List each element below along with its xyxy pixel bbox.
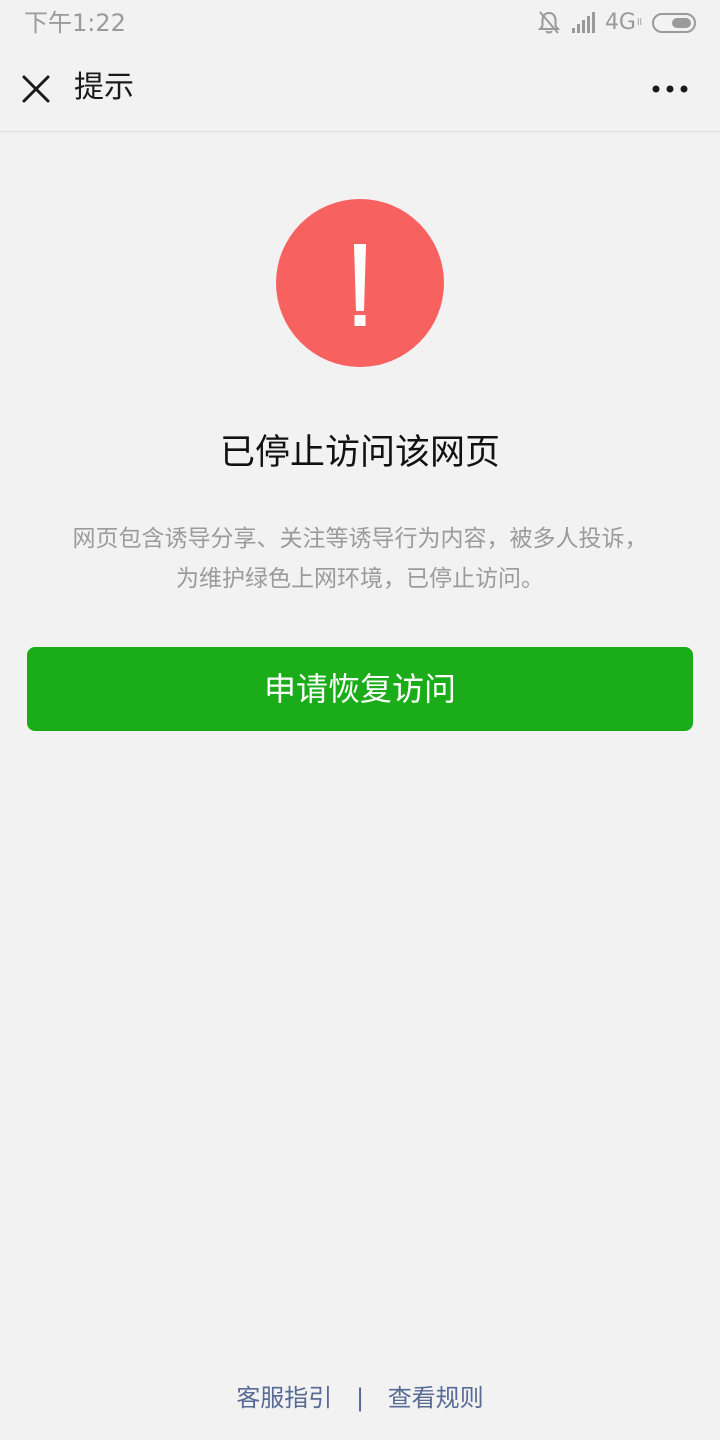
status-bar: 下午1:22 4Gll [0, 0, 720, 46]
request-restore-button[interactable]: 申请恢复访问 [27, 647, 693, 731]
description: 网页包含诱导分享、关注等诱导行为内容，被多人投诉， 为维护绿色上网环境，已停止访… [40, 519, 680, 599]
description-line-1: 网页包含诱导分享、关注等诱导行为内容，被多人投诉， [72, 526, 648, 552]
footer-separator: | [355, 1384, 365, 1412]
warning-icon [276, 199, 444, 367]
status-time: 下午1:22 [24, 9, 126, 37]
mute-bell-icon [537, 11, 561, 34]
status-icons: 4Gll [537, 8, 698, 38]
nav-bar: 提示 [0, 46, 720, 132]
close-icon[interactable] [20, 73, 52, 105]
network-type: 4G [604, 10, 636, 35]
main-heading: 已停止访问该网页 [219, 433, 500, 473]
signal-icon [571, 12, 595, 33]
footer-links: 客服指引 | 查看规则 [0, 1378, 720, 1418]
network-subscript: ll [636, 18, 642, 28]
description-line-2: 为维护绿色上网环境，已停止访问。 [176, 566, 544, 592]
network-label: 4Gll [605, 8, 642, 38]
support-guide-link[interactable]: 客服指引 [236, 1384, 332, 1412]
page-title: 提示 [74, 70, 134, 105]
view-rules-link[interactable]: 查看规则 [388, 1384, 484, 1412]
battery-icon [652, 13, 696, 33]
more-icon[interactable] [650, 79, 690, 99]
